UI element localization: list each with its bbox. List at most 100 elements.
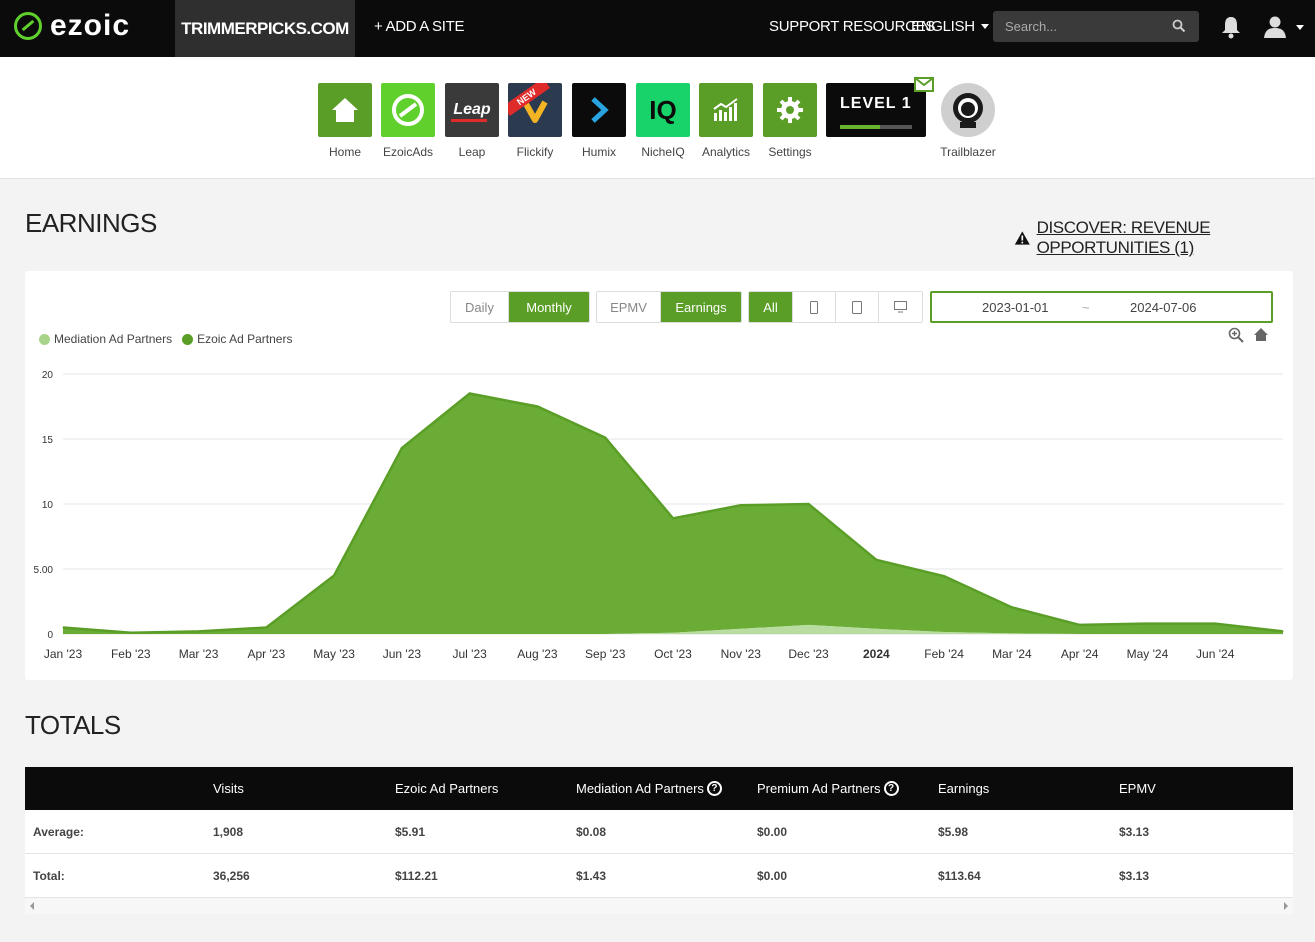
data-point[interactable] [1011,606,1013,608]
y-tick-label: 10 [42,500,54,511]
x-tick-label: Feb '23 [111,647,151,661]
phone-button[interactable] [793,292,836,322]
daily-button[interactable]: Daily [451,292,509,322]
y-tick-label: 5.00 [34,565,54,576]
col-ezoic-ad-partners: Ezoic Ad Partners [395,781,499,796]
scroll-left-arrow-icon[interactable] [30,902,34,910]
level-badge[interactable]: LEVEL 1 [826,83,926,137]
help-icon[interactable]: ? [883,781,899,796]
language-selector[interactable]: ENGLISH [911,18,989,35]
chevron-right-icon [572,83,626,137]
col-mediation-ad-partners: Mediation Ad Partners? [576,781,722,796]
iq-icon: IQ [636,83,690,137]
app-ezoicads[interactable]: EzoicAds [381,83,435,159]
earnings-button[interactable]: Earnings [661,292,741,322]
x-tick-label: 2024 [863,647,890,661]
mail-icon[interactable] [914,77,934,92]
legend-label: Mediation Ad Partners [54,332,173,346]
desktop-icon [894,301,907,313]
x-tick-label: Dec '23 [788,647,829,661]
search-input[interactable] [993,11,1199,42]
x-tick-label: Apr '24 [1061,647,1099,661]
table-header: Visits Ezoic Ad Partners Mediation Ad Pa… [25,767,1293,810]
x-tick-label: Jan '23 [44,647,83,661]
phone-icon [810,300,818,314]
col-label: Premium Ad Partners [757,781,881,796]
house-icon [318,83,372,137]
astronaut-avatar-icon [941,83,995,137]
date-range-picker[interactable]: 2023-01-01 ~ 2024-07-06 [930,291,1273,323]
scroll-right-arrow-icon[interactable] [1284,902,1288,910]
flickify-icon: NEW [508,83,562,137]
data-point[interactable] [740,504,742,506]
data-point[interactable] [1079,624,1081,626]
data-point[interactable] [536,406,538,407]
data-point[interactable] [604,437,606,439]
ezoic-logo[interactable]: ezoic [14,11,130,41]
table-row: Total: 36,256 $112.21 $1.43 $0.00 $113.6… [25,854,1293,898]
x-tick-label: Sep '23 [585,647,626,661]
help-icon[interactable]: ? [706,781,722,796]
app-nicheiq[interactable]: IQ NicheIQ [636,83,690,159]
app-leap[interactable]: Leap Leap [445,83,499,159]
reset-zoom-home-icon[interactable] [1253,327,1269,342]
search-icon[interactable] [1172,19,1186,33]
bell-icon[interactable] [1221,15,1241,39]
cell-ezoic: $112.21 [395,869,438,883]
cell-ezoic: $5.91 [395,825,426,839]
data-point[interactable] [333,575,335,576]
cell-premium: $0.00 [757,869,788,883]
trailblazer-profile[interactable]: Trailblazer [940,83,996,159]
data-point[interactable] [1214,623,1216,625]
chart-legend: Mediation Ad Partners Ezoic Ad Partners [39,332,292,346]
data-point[interactable] [943,575,945,577]
iq-tile-text: IQ [649,94,677,125]
data-point[interactable] [672,517,674,519]
app-settings[interactable]: Settings [763,83,817,159]
discover-revenue-link[interactable]: DISCOVER: REVENUE OPPORTUNITIES (1) [1014,218,1315,258]
x-tick-label: Apr '23 [248,647,286,661]
x-tick-label: May '23 [313,647,355,661]
app-label: Flickify [516,145,554,159]
desktop-button[interactable] [879,292,922,322]
monthly-button[interactable]: Monthly [509,292,589,322]
user-menu-chevron-icon[interactable] [1296,25,1304,30]
app-flickify[interactable]: NEW Flickify [508,83,562,159]
data-point[interactable] [469,393,471,394]
app-analytics[interactable]: Analytics [699,83,753,159]
epmv-button[interactable]: EPMV [597,292,661,322]
user-icon[interactable] [1263,15,1287,39]
site-selector[interactable]: TRIMMERPICKS.COM [175,0,355,57]
app-home[interactable]: Home [318,83,372,159]
legend-item-mediation[interactable]: Mediation Ad Partners [39,332,172,346]
data-point[interactable] [808,503,810,505]
data-point[interactable] [130,632,132,634]
series-area-ezoic [63,393,1283,634]
data-point[interactable] [401,447,403,449]
data-point[interactable] [875,559,877,561]
earnings-chart-card: Daily Monthly EPMV Earnings All 2023-01-… [25,271,1293,680]
x-tick-label: Mar '23 [179,647,219,661]
cell-mediation: $0.08 [576,825,607,839]
data-point[interactable] [198,630,200,632]
app-label: Settings [768,145,812,159]
x-tick-label: Mar '24 [992,647,1032,661]
data-point[interactable] [265,627,267,628]
legend-dot [39,333,50,345]
data-point[interactable] [1146,623,1148,625]
app-humix[interactable]: Humix [572,83,626,159]
zoom-icon[interactable] [1228,327,1244,343]
data-point[interactable] [1282,630,1284,632]
x-tick-label: Jun '24 [1196,647,1235,661]
discover-link-text[interactable]: DISCOVER: REVENUE OPPORTUNITIES (1) [1037,218,1315,258]
x-tick-label: Oct '23 [654,647,692,661]
all-devices-button[interactable]: All [749,292,793,322]
cell-premium: $0.00 [757,825,788,839]
data-point[interactable] [62,627,64,628]
tablet-button[interactable] [836,292,879,322]
legend-item-ezoic[interactable]: Ezoic Ad Partners [182,332,292,346]
cell-earnings: $5.98 [938,825,969,839]
horizontal-scrollbar[interactable] [25,898,1293,914]
legend-dot [182,333,194,345]
add-site-link[interactable]: + ADD A SITE [374,18,465,35]
